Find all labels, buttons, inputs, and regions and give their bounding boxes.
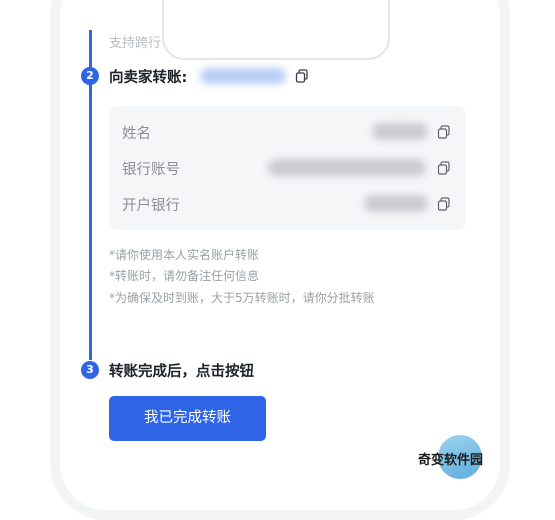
step-3-title: 转账完成后，点击按钮 bbox=[109, 364, 254, 380]
phone-notch bbox=[162, 0, 390, 60]
cross-bank-note: 支持跨行 bbox=[109, 36, 162, 51]
step-2-marker: 2 bbox=[81, 67, 99, 85]
bank-name-label: 开户银行 bbox=[122, 198, 180, 214]
bank-name-redacted bbox=[364, 195, 428, 212]
copy-icon[interactable] bbox=[437, 197, 451, 211]
note-line-3: *为确保及时到账，大于5万转账时，请你分批转账 bbox=[109, 291, 375, 305]
note-line-1: *请你使用本人实名账户转账 bbox=[109, 248, 260, 262]
note-line-2: *转账时，请勿备注任何信息 bbox=[109, 269, 260, 283]
account-number-redacted bbox=[268, 159, 426, 176]
watermark-logo: 奇变软件园 bbox=[412, 432, 512, 482]
watermark-text: 奇变软件园 bbox=[418, 453, 484, 468]
copy-icon[interactable] bbox=[437, 161, 451, 175]
step-2-title: 向卖家转账: bbox=[109, 70, 188, 86]
copy-icon[interactable] bbox=[295, 69, 309, 83]
account-number-label: 银行账号 bbox=[122, 162, 180, 178]
step-3-marker: 3 bbox=[81, 361, 99, 379]
name-value-redacted bbox=[372, 123, 428, 140]
name-label: 姓名 bbox=[122, 126, 151, 142]
transfer-done-button[interactable]: 我已完成转账 bbox=[109, 396, 266, 441]
copy-icon[interactable] bbox=[437, 125, 451, 139]
seller-name-redacted bbox=[200, 68, 286, 84]
